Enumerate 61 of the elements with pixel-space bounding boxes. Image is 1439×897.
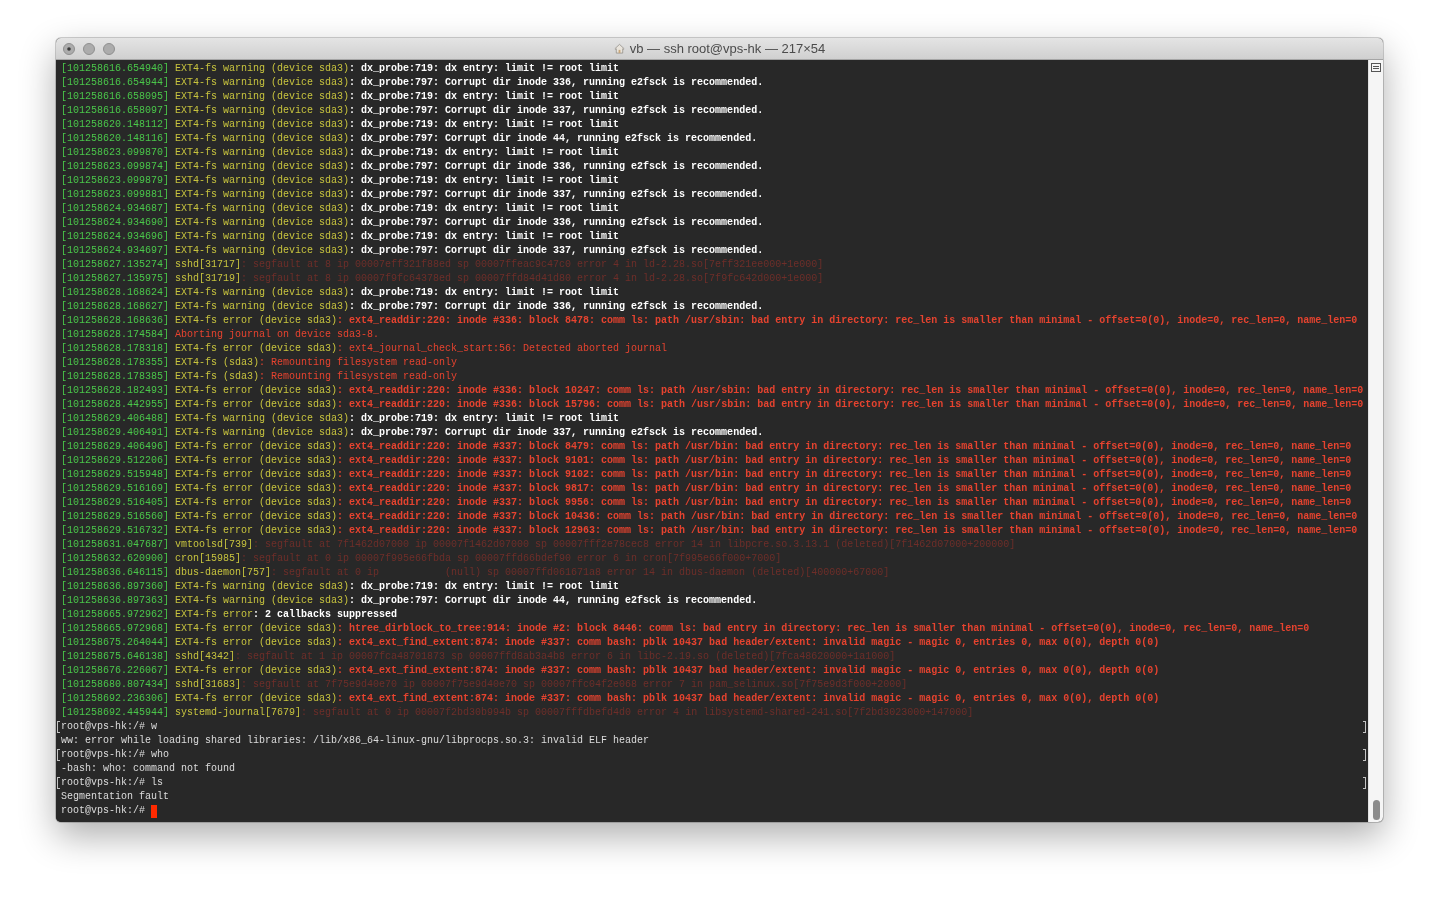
log-line: [101258636.897363] EXT4-fs warning (device sda3): dx_probe:797: Corrupt dir inode 44, running e2fsck is recommended. xyxy=(61,594,758,608)
log-line: [101258627.135975] sshd[31719]: segfault at 8 ip 00007f9fc64378ed sp 00007ffd84d41d80 error 4 in ld-2.28.so[7f9fc642d000+1e000] xyxy=(61,272,824,286)
log-line: [101258624.934687] EXT4-fs warning (device sda3): dx_probe:719: dx entry: limit != root limit xyxy=(61,202,620,216)
log-line: [101258627.135274] sshd[31717]: segfault at 8 ip 00007eff321f88ed sp 00007ffeac9c47c0 error 4 in ld-2.28.so[7eff321ee000+1e000] xyxy=(61,258,824,272)
log-line: [101258629.406496] EXT4-fs error (device sda3): ext4_readdir:220: inode #337: block 8479: comm ls: path /usr/bin: bad entry in directory: rec_len is smaller than minimal - offset=0(0), inode=0, rec_len=0, name_len=0 xyxy=(61,440,1352,454)
log-line: [101258624.934697] EXT4-fs warning (device sda3): dx_probe:797: Corrupt dir inode 337, running e2fsck is recommended. xyxy=(61,244,764,258)
log-line: [101258616.658097] EXT4-fs warning (device sda3): dx_probe:797: Corrupt dir inode 337, running e2fsck is recommended. xyxy=(61,104,764,118)
log-line: [101258632.620900] cron[15985]: segfault at 0 ip 00007f995e66fbda sp 00007ffd66bdef90 error 6 in cron[7f995e66f000+7000] xyxy=(61,552,782,566)
log-line: [101258624.934690] EXT4-fs warning (device sda3): dx_probe:797: Corrupt dir inode 336, running e2fsck is recommended. xyxy=(61,216,764,230)
scrollbar-thumb[interactable] xyxy=(1372,800,1380,820)
log-line: [101258616.654940] EXT4-fs warning (device sda3): dx_probe:719: dx entry: limit != root limit xyxy=(61,62,620,76)
log-line: [101258628.178355] EXT4-fs (sda3): Remounting filesystem read-only xyxy=(61,356,458,370)
shell-prompt: root@vps-hk:/# ls xyxy=(61,776,164,790)
log-line: [101258629.406491] EXT4-fs warning (device sda3): dx_probe:797: Corrupt dir inode 337, running e2fsck is recommended. xyxy=(61,426,764,440)
log-line: [101258628.182493] EXT4-fs error (device sda3): ext4_readdir:220: inode #336: block 10247: comm ls: path /usr/sbin: bad entry in directory: rec_len is smaller than minimal - offset=0(0), inode=0, rec_len=0, name_len=0 xyxy=(61,384,1364,398)
log-line: [101258629.515948] EXT4-fs error (device sda3): ext4_readdir:220: inode #337: block 9102: comm ls: path /usr/bin: bad entry in directory: rec_len is smaller than minimal - offset=0(0), inode=0, rec_len=0, name_len=0 xyxy=(61,468,1352,482)
home-icon xyxy=(613,43,625,54)
log-line: [101258629.406488] EXT4-fs warning (device sda3): dx_probe:719: dx entry: limit != root limit xyxy=(61,412,620,426)
log-line: [101258620.148116] EXT4-fs warning (device sda3): dx_probe:797: Corrupt dir inode 44, running e2fsck is recommended. xyxy=(61,132,758,146)
log-line: [101258629.516560] EXT4-fs error (device sda3): ext4_readdir:220: inode #337: block 10436: comm ls: path /usr/bin: bad entry in directory: rec_len is smaller than minimal - offset=0(0), inode=0, rec_len=0, name_len=0 xyxy=(61,510,1358,524)
close-button[interactable] xyxy=(63,42,75,55)
shell-prompt: root@vps-hk:/# w xyxy=(61,720,157,734)
log-line: [101258623.099874] EXT4-fs warning (device sda3): dx_probe:797: Corrupt dir inode 336, running e2fsck is recommended. xyxy=(61,160,764,174)
log-line: [101258680.807434] sshd[31683]: segfault at 7f75e9d40e70 ip 00007f75e9d40e70 sp 00007ffc04f2e068 error 7 in pam_selinux.so[7f75e9d3f000+2000] xyxy=(61,678,908,692)
log-line: [101258665.972962] EXT4-fs error: 2 callbacks suppressed xyxy=(61,608,398,622)
log-line: [101258631.047687] vmtoolsd[739]: segfault at 7f1462d07000 ip 00007f1462d07000 sp 00007fff2e78cec8 error 14 in libpcre.so.3.13.1 (deleted)[7f1462d07000+200000] xyxy=(61,538,1016,552)
command-output: ww: error while loading shared libraries: /lib/x86_64-linux-gnu/libprocps.so.3: invalid ELF header xyxy=(61,734,650,748)
log-line: [101258628.174584] Aborting journal on device sda3-8. xyxy=(61,328,380,342)
shell-prompt: root@vps-hk:/# who xyxy=(61,748,170,762)
log-line: [101258675.646138] sshd[4342]: segfault at 1 ip 00007fca48701873 sp 00007ffd8ab3a4b8 error 6 in libc-2.19.so (deleted)[7fca48620000+1a1000] xyxy=(61,650,896,664)
log-line: [101258629.512206] EXT4-fs error (device sda3): ext4_readdir:220: inode #337: block 9101: comm ls: path /usr/bin: bad entry in directory: rec_len is smaller than minimal - offset=0(0), inode=0, rec_len=0, name_len=0 xyxy=(61,454,1352,468)
log-line: [101258628.168624] EXT4-fs warning (device sda3): dx_probe:719: dx entry: limit != root limit xyxy=(61,286,620,300)
log-line: [101258628.178318] EXT4-fs error (device sda3): ext4_journal_check_start:56: Detected aborted journal xyxy=(61,342,668,356)
minimize-button[interactable] xyxy=(83,42,95,55)
log-line: [101258676.226067] EXT4-fs error (device sda3): ext4_ext_find_extent:874: inode #337: comm bash: pblk 10437 bad header/extent: invalid magic - magic 0, entries 0, max 0(0), depth 0(0) xyxy=(61,664,1160,678)
log-line: [101258623.099881] EXT4-fs warning (device sda3): dx_probe:797: Corrupt dir inode 337, running e2fsck is recommended. xyxy=(61,188,764,202)
window-title: vb — ssh root@vps-hk — 217×54 xyxy=(629,41,826,56)
command-output: Segmentation fault xyxy=(61,790,170,804)
log-line: [101258620.148112] EXT4-fs warning (device sda3): dx_probe:719: dx entry: limit != root limit xyxy=(61,118,620,132)
log-line: [101258628.178385] EXT4-fs (sda3): Remounting filesystem read-only xyxy=(61,370,458,384)
log-line: [101258616.658095] EXT4-fs warning (device sda3): dx_probe:719: dx entry: limit != root limit xyxy=(61,90,620,104)
log-line: [101258616.654944] EXT4-fs warning (device sda3): dx_probe:797: Corrupt dir inode 336, running e2fsck is recommended. xyxy=(61,76,764,90)
log-line: [101258692.445944] systemd-journal[7679]: segfault at 0 ip 00007f2bd30b994b sp 00007fffdbefd4d0 error 4 in libsystemd-shared-241.so[7f2bd3023000+147000] xyxy=(61,706,974,720)
log-line: [101258636.646115] dbus-daemon[757]: segfault at 0 ip (null) sp 00007ffd061671a8 error 14 in dbus-daemon (deleted)[400000+67000] xyxy=(61,566,890,580)
log-line: [101258675.264044] EXT4-fs error (device sda3): ext4_ext_find_extent:874: inode #337: comm bash: pblk 10437 bad header/extent: invalid magic - magic 0, entries 0, max 0(0), depth 0(0) xyxy=(61,636,1160,650)
log-line: [101258628.168627] EXT4-fs warning (device sda3): dx_probe:797: Corrupt dir inode 336, running e2fsck is recommended. xyxy=(61,300,764,314)
log-line: [101258624.934696] EXT4-fs warning (device sda3): dx_probe:719: dx entry: limit != root limit xyxy=(61,230,620,244)
log-line: [101258623.099870] EXT4-fs warning (device sda3): dx_probe:719: dx entry: limit != root limit xyxy=(61,146,620,160)
log-line: [101258692.236306] EXT4-fs error (device sda3): ext4_ext_find_extent:874: inode #337: comm bash: pblk 10437 bad header/extent: invalid magic - magic 0, entries 0, max 0(0), depth 0(0) xyxy=(61,692,1160,706)
log-line: [101258636.897360] EXT4-fs warning (device sda3): dx_probe:719: dx entry: limit != root limit xyxy=(61,580,620,594)
log-line: [101258629.516405] EXT4-fs error (device sda3): ext4_readdir:220: inode #337: block 9956: comm ls: path /usr/bin: bad entry in directory: rec_len is smaller than minimal - offset=0(0), inode=0, rec_len=0, name_len=0 xyxy=(61,496,1352,510)
split-pane-icon[interactable] xyxy=(1371,63,1381,72)
log-line: [101258623.099879] EXT4-fs warning (device sda3): dx_probe:719: dx entry: limit != root limit xyxy=(61,174,620,188)
zoom-button[interactable] xyxy=(103,42,115,55)
command-output: -bash: who: command not found xyxy=(61,762,236,776)
log-line: [101258628.168636] EXT4-fs error (device sda3): ext4_readdir:220: inode #336: block 8478: comm ls: path /usr/sbin: bad entry in directory: rec_len is smaller than minimal - offset=0(0), inode=0, rec_len=0, name_len=0 xyxy=(61,314,1358,328)
log-line: [101258665.972968] EXT4-fs error (device sda3): htree_dirblock_to_tree:914: inode #2: block 8446: comm ls: bad entry in directory: rec_len is smaller than minimal - offset=0(0), inode=0, rec_len=0, name_len=0 xyxy=(61,622,1310,636)
shell-prompt: root@vps-hk:/# xyxy=(61,804,145,818)
log-line: [101258628.442955] EXT4-fs error (device sda3): ext4_readdir:220: inode #336: block 15796: comm ls: path /usr/sbin: bad entry in directory: rec_len is smaller than minimal - offset=0(0), inode=0, rec_len=0, name_len=0 xyxy=(61,398,1364,412)
log-line: [101258629.516169] EXT4-fs error (device sda3): ext4_readdir:220: inode #337: block 9817: comm ls: path /usr/bin: bad entry in directory: rec_len is smaller than minimal - offset=0(0), inode=0, rec_len=0, name_len=0 xyxy=(61,482,1352,496)
log-line: [101258629.516732] EXT4-fs error (device sda3): ext4_readdir:220: inode #337: block 12963: comm ls: path /usr/bin: bad entry in directory: rec_len is smaller than minimal - offset=0(0), inode=0, rec_len=0, name_len=0 xyxy=(61,524,1358,538)
